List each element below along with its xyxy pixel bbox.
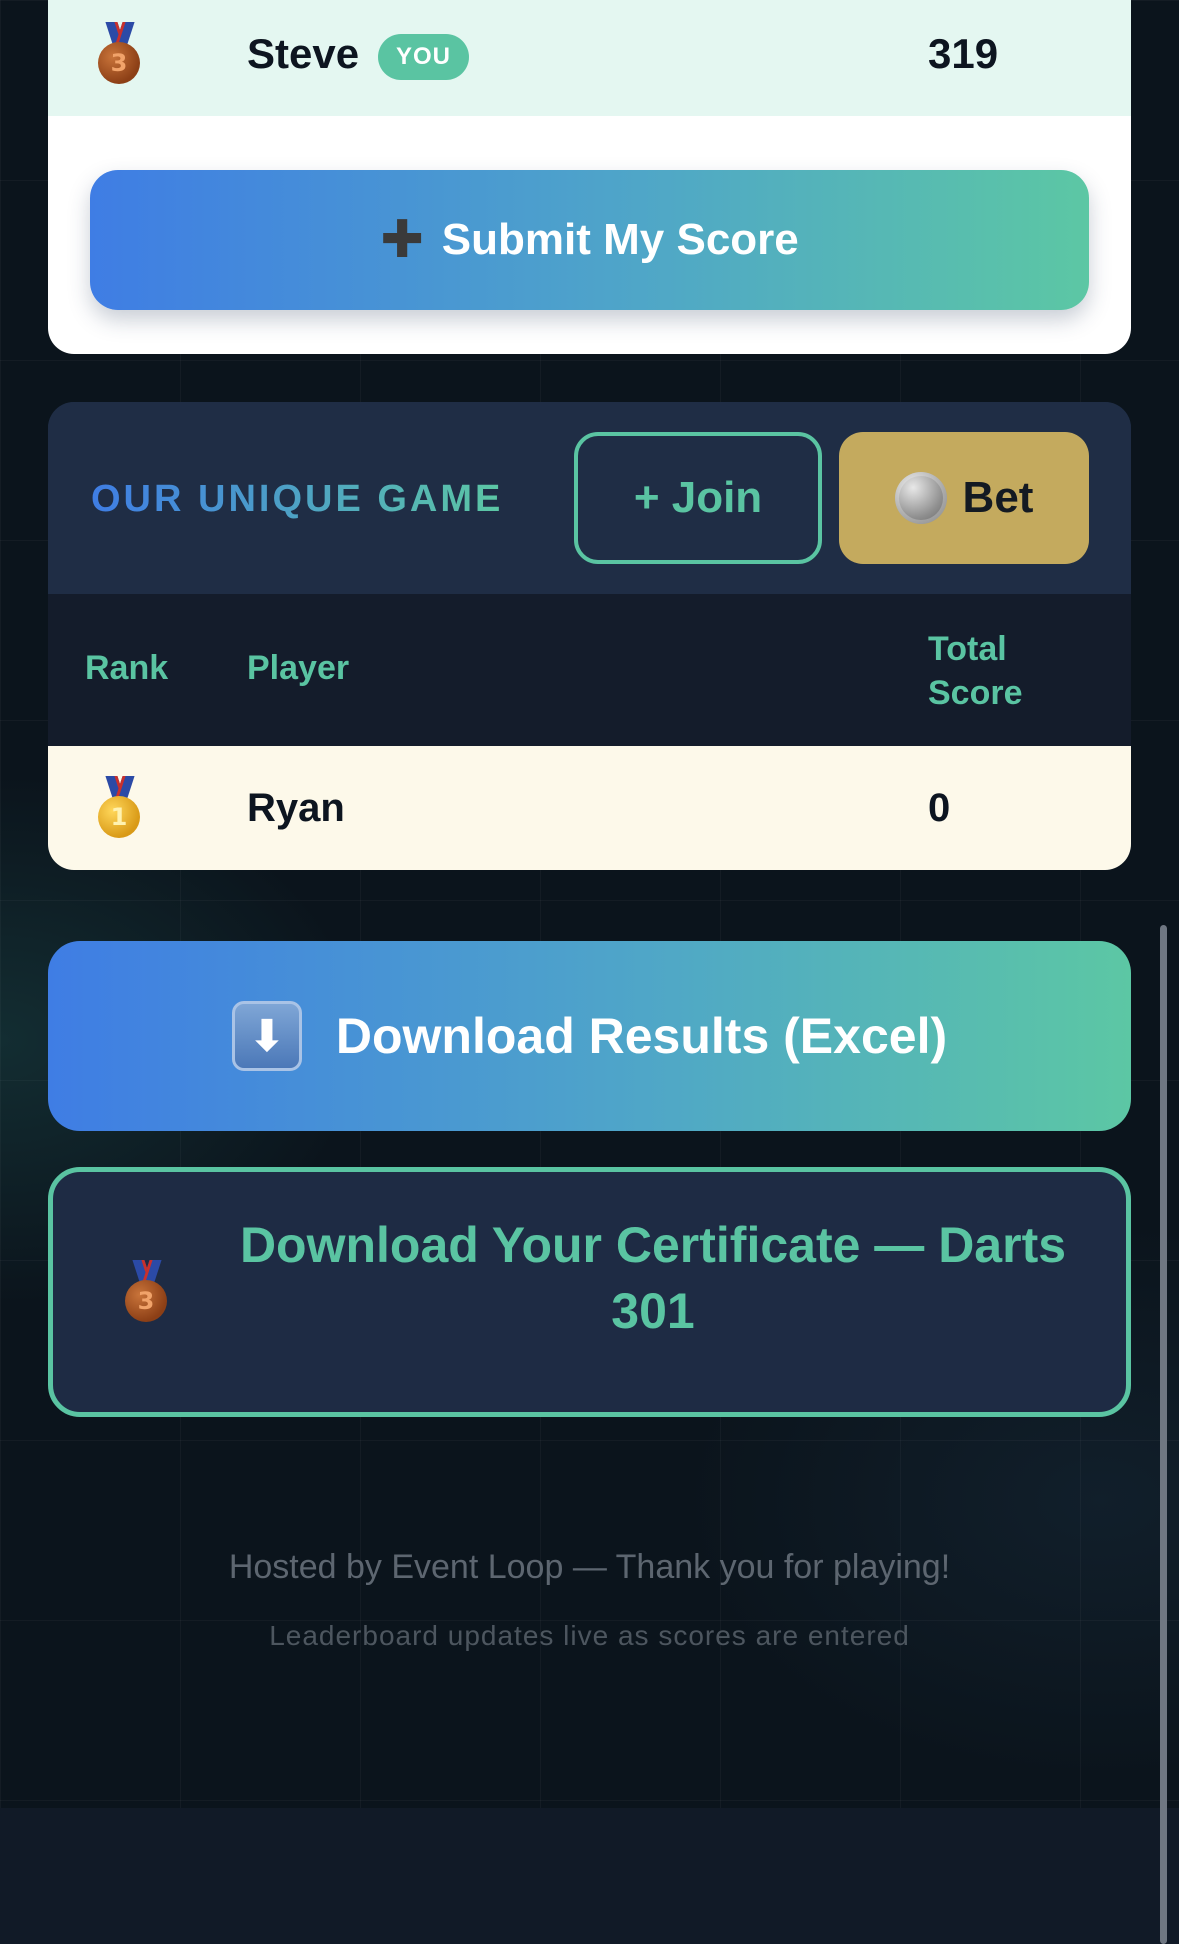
down-arrow-icon: ⬇ — [231, 1001, 302, 1071]
column-header-rank: Rank — [85, 649, 169, 687]
download-certificate-label: Download Your Certificate — Darts 301 — [239, 1217, 1067, 1339]
join-button[interactable]: + Join — [574, 432, 822, 564]
scrollbar[interactable] — [1160, 925, 1167, 1944]
footer-note: Leaderboard updates live as scores are e… — [269, 1620, 910, 1651]
player-name: Ryan — [247, 786, 345, 830]
footer-credit: Hosted by Event Loop — Thank you for pla… — [228, 1548, 951, 1586]
plus-icon: ✚ — [380, 211, 424, 269]
bet-label: Bet — [962, 473, 1034, 522]
bet-button[interactable]: Bet — [839, 432, 1089, 564]
column-header-player: Player — [247, 649, 350, 687]
leaderboard-row-you: 3 Steve YOU 319 — [48, 0, 1131, 116]
download-results-label: Download Results (Excel) — [335, 1008, 948, 1064]
you-badge: YOU — [378, 34, 470, 80]
game-header: OUR UNIQUE GAME + Join Bet — [48, 402, 1131, 594]
download-certificate-button[interactable]: 3 Download Your Certificate — Darts 301 — [48, 1167, 1131, 1417]
table-header: Rank Player Total Score — [48, 594, 1131, 746]
table-row: 1 Ryan 0 — [48, 746, 1131, 870]
submit-score-label: Submit My Score — [441, 215, 799, 264]
download-results-button[interactable]: ⬇ Download Results (Excel) — [48, 941, 1131, 1131]
column-header-total-score: Total Score — [928, 630, 1023, 712]
bottom-bar — [0, 1808, 1179, 1944]
leaderboard-card: 3 Steve YOU 319 ✚ Submit My Score — [48, 0, 1131, 354]
game-title: OUR UNIQUE GAME — [91, 478, 504, 520]
submit-score-button[interactable]: ✚ Submit My Score — [90, 170, 1089, 310]
player-score: 319 — [928, 30, 999, 77]
player-name: Steve — [247, 30, 360, 77]
game-card: OUR UNIQUE GAME + Join Bet Rank Player T… — [48, 402, 1131, 870]
coin-icon — [894, 472, 947, 524]
player-score: 0 — [928, 786, 951, 830]
